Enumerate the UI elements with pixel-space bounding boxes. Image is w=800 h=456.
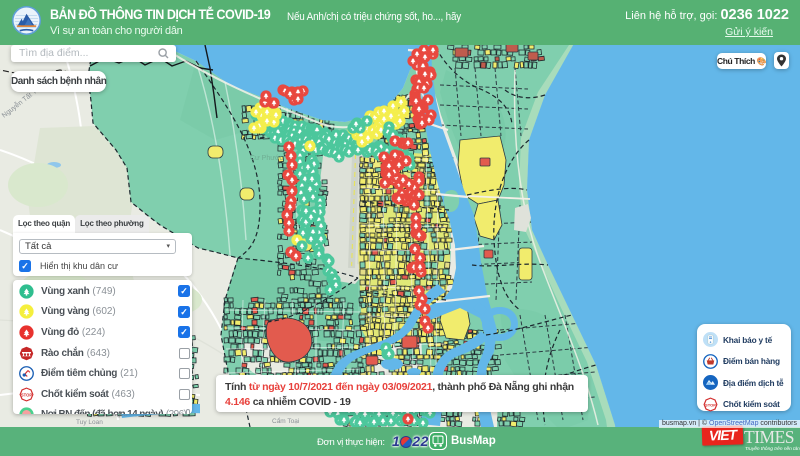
svg-text:Cư Phước: Cư Phước <box>250 155 284 162</box>
svg-text:STOP: STOP <box>21 392 33 397</box>
svg-text:Tuy Loan: Tuy Loan <box>76 419 103 426</box>
svg-text:STOP: STOP <box>705 402 716 407</box>
svg-text:Cẩm Toại: Cẩm Toại <box>272 417 299 425</box>
